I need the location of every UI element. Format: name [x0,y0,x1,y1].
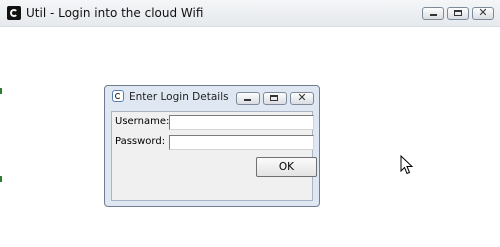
dialog-minimize-button[interactable] [236,92,260,105]
maximize-button[interactable] [447,7,469,20]
dialog-title-bar[interactable]: Enter Login Details ✕ [105,86,319,108]
username-field[interactable] [169,115,314,130]
window-title: Util - Login into the cloud Wifi [26,6,204,20]
main-title-bar[interactable]: Util - Login into the cloud Wifi ✕ [0,0,500,27]
mouse-cursor-icon [400,155,414,175]
username-label: Username: [115,116,170,127]
dialog-client-area: Username: Password: OK [111,111,317,201]
left-edge-marks [0,88,2,184]
password-field[interactable] [169,135,314,150]
minimize-button[interactable] [422,7,444,20]
close-icon: ✕ [478,6,488,19]
window-controls: ✕ [419,6,494,20]
minimize-icon [430,14,437,16]
app-icon [7,6,21,20]
password-label: Password: [115,136,166,147]
ok-button[interactable]: OK [256,157,317,177]
dialog-window-controls: ✕ [233,91,314,105]
login-dialog: Enter Login Details ✕ Username: Password… [104,85,320,207]
maximize-icon [270,95,278,101]
dialog-close-button[interactable]: ✕ [290,91,314,105]
dialog-title: Enter Login Details [129,91,229,103]
dialog-maximize-button[interactable] [263,92,287,105]
dialog-icon [112,90,124,102]
close-icon: ✕ [297,91,307,104]
maximize-icon [454,10,462,16]
close-button[interactable]: ✕ [472,6,494,20]
main-window: Util - Login into the cloud Wifi ✕ Enter… [0,0,500,247]
minimize-icon [244,99,251,101]
